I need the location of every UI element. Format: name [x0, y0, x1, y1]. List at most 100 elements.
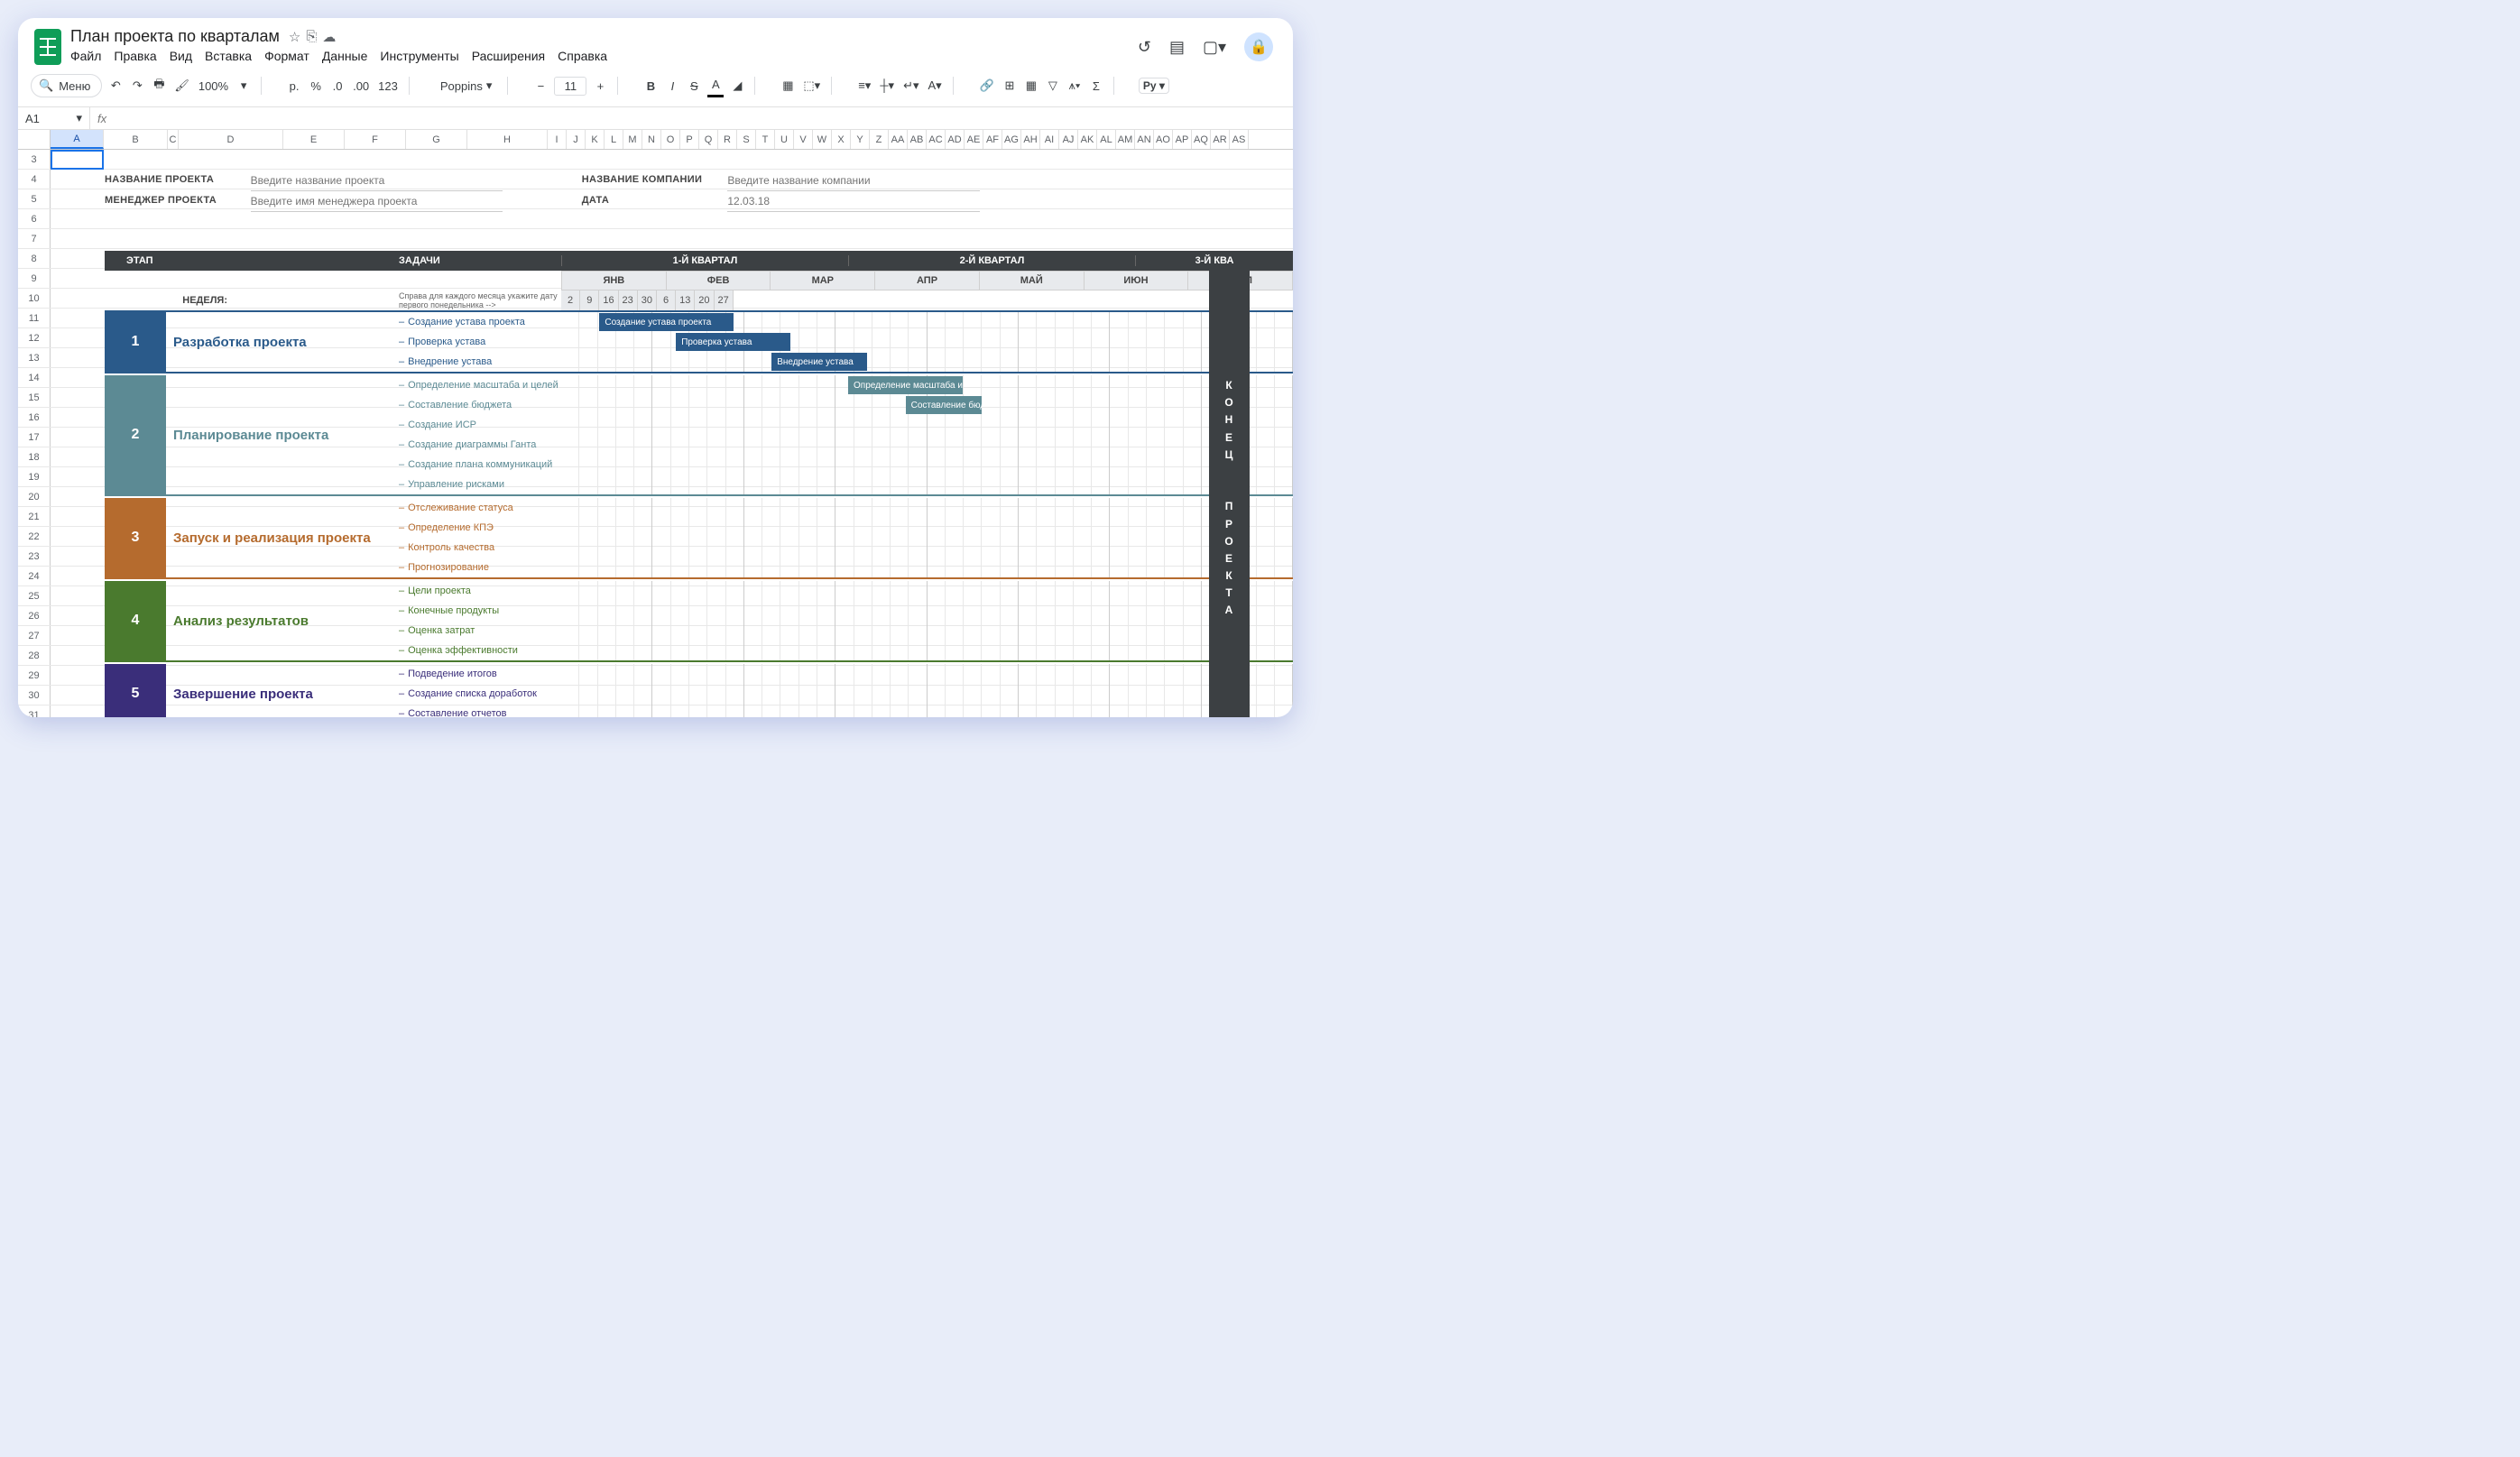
- currency-ruble-button[interactable]: р.: [286, 76, 302, 97]
- column-header-AM[interactable]: AM: [1116, 130, 1135, 149]
- task-item[interactable]: – Создание плана коммуникаций: [399, 455, 561, 475]
- column-header-F[interactable]: F: [345, 130, 406, 149]
- row-header-20[interactable]: 20: [18, 487, 51, 506]
- company-name-input[interactable]: Введите название компании: [727, 171, 980, 191]
- sheets-logo-icon[interactable]: [34, 29, 61, 65]
- column-header-A[interactable]: A: [51, 130, 104, 149]
- task-item[interactable]: – Оценка эффективности: [399, 641, 561, 660]
- row-header-15[interactable]: 15: [18, 388, 51, 407]
- column-header-G[interactable]: G: [406, 130, 467, 149]
- column-header-R[interactable]: R: [718, 130, 737, 149]
- column-header-U[interactable]: U: [775, 130, 794, 149]
- row-header-26[interactable]: 26: [18, 606, 51, 625]
- column-header-AJ[interactable]: AJ: [1059, 130, 1078, 149]
- row-header-10[interactable]: 10: [18, 289, 51, 308]
- column-header-W[interactable]: W: [813, 130, 832, 149]
- row-header-27[interactable]: 27: [18, 626, 51, 645]
- fill-color-button[interactable]: ◢: [729, 75, 745, 97]
- row-header-21[interactable]: 21: [18, 507, 51, 526]
- column-header-AO[interactable]: AO: [1154, 130, 1173, 149]
- column-header-T[interactable]: T: [756, 130, 775, 149]
- star-icon[interactable]: ☆: [289, 29, 300, 45]
- week-num[interactable]: 13: [676, 290, 695, 310]
- week-num[interactable]: 2: [561, 290, 580, 310]
- row-header-29[interactable]: 29: [18, 666, 51, 685]
- row-header-18[interactable]: 18: [18, 447, 51, 466]
- row-header-6[interactable]: 6: [18, 209, 51, 228]
- python-button[interactable]: Py ▾: [1139, 78, 1169, 94]
- column-header-AH[interactable]: AH: [1021, 130, 1040, 149]
- column-header-AG[interactable]: AG: [1002, 130, 1021, 149]
- column-header-K[interactable]: K: [586, 130, 605, 149]
- date-input[interactable]: 12.03.18: [727, 191, 980, 212]
- search-menu-button[interactable]: 🔍 Меню: [31, 74, 102, 97]
- task-item[interactable]: – Внедрение устава: [399, 352, 561, 372]
- menu-tools[interactable]: Инструменты: [380, 49, 458, 63]
- column-header-O[interactable]: O: [661, 130, 680, 149]
- column-header-Z[interactable]: Z: [870, 130, 889, 149]
- increase-decimal-button[interactable]: .00: [351, 76, 371, 97]
- borders-button[interactable]: ▦: [780, 75, 796, 97]
- task-item[interactable]: – Управление рисками: [399, 475, 561, 494]
- gantt-bar[interactable]: Создание устава проекта: [599, 313, 733, 331]
- gantt-bar[interactable]: Определение масштаба и це: [848, 376, 963, 394]
- column-header-D[interactable]: D: [179, 130, 283, 149]
- row-header-13[interactable]: 13: [18, 348, 51, 367]
- meet-icon[interactable]: ▢▾: [1203, 38, 1226, 57]
- column-header-AF[interactable]: AF: [983, 130, 1002, 149]
- row-header-12[interactable]: 12: [18, 328, 51, 347]
- gantt-bar[interactable]: Проверка устава: [676, 333, 790, 351]
- week-num[interactable]: 6: [657, 290, 676, 310]
- column-header-B[interactable]: B: [104, 130, 168, 149]
- comment-button[interactable]: ⊞: [1002, 75, 1018, 97]
- column-header-N[interactable]: N: [642, 130, 661, 149]
- formula-bar[interactable]: [114, 107, 1293, 129]
- wrap-button[interactable]: ↵▾: [901, 75, 920, 97]
- row-header-28[interactable]: 28: [18, 646, 51, 665]
- task-item[interactable]: – Конечные продукты: [399, 601, 561, 621]
- task-item[interactable]: – Составление бюджета: [399, 395, 561, 415]
- more-formats-button[interactable]: 123: [376, 76, 400, 97]
- column-header-H[interactable]: H: [467, 130, 548, 149]
- week-num[interactable]: 16: [599, 290, 618, 310]
- task-item[interactable]: – Определение КПЭ: [399, 518, 561, 538]
- chevron-down-icon[interactable]: ▾: [235, 75, 252, 97]
- row-header-19[interactable]: 19: [18, 467, 51, 486]
- italic-button[interactable]: I: [664, 76, 680, 97]
- zoom-select[interactable]: 100%: [197, 76, 230, 97]
- task-item[interactable]: – Определение масштаба и целей: [399, 375, 561, 395]
- name-box[interactable]: A1 ▾: [18, 107, 90, 129]
- row-header-4[interactable]: 4: [18, 170, 51, 189]
- column-header-AI[interactable]: AI: [1040, 130, 1059, 149]
- column-header-P[interactable]: P: [680, 130, 699, 149]
- cloud-status-icon[interactable]: ☁: [322, 29, 336, 45]
- menu-help[interactable]: Справка: [558, 49, 607, 63]
- task-item[interactable]: – Проверка устава: [399, 332, 561, 352]
- week-num[interactable]: 20: [695, 290, 714, 310]
- functions-button[interactable]: Σ: [1088, 76, 1104, 97]
- column-header-X[interactable]: X: [832, 130, 851, 149]
- increase-font-button[interactable]: +: [592, 76, 608, 97]
- redo-button[interactable]: ↷: [129, 75, 145, 97]
- v-align-button[interactable]: ┼▾: [878, 75, 896, 97]
- task-item[interactable]: – Создание диаграммы Ганта: [399, 435, 561, 455]
- gantt-bar[interactable]: Составление бюдж: [906, 396, 983, 414]
- column-header-AD[interactable]: AD: [946, 130, 965, 149]
- project-name-input[interactable]: Введите название проекта: [251, 171, 503, 191]
- rotate-button[interactable]: A▾: [927, 75, 944, 97]
- filter-views-button[interactable]: ⩚▾: [1066, 75, 1083, 97]
- account-avatar[interactable]: 🔒: [1244, 32, 1273, 61]
- merge-button[interactable]: ⬚▾: [801, 75, 822, 97]
- week-num[interactable]: 27: [715, 290, 734, 310]
- task-item[interactable]: – Отслеживание статуса: [399, 498, 561, 518]
- history-icon[interactable]: ↺: [1138, 38, 1151, 57]
- menu-view[interactable]: Вид: [170, 49, 192, 63]
- task-item[interactable]: – Создание списка доработок: [399, 684, 561, 704]
- row-header-31[interactable]: 31: [18, 705, 51, 717]
- menu-insert[interactable]: Вставка: [205, 49, 252, 63]
- decrease-font-button[interactable]: −: [532, 76, 549, 97]
- row-header-8[interactable]: 8: [18, 249, 51, 268]
- move-folder-icon[interactable]: ⎘: [306, 29, 317, 45]
- column-header-Y[interactable]: Y: [851, 130, 870, 149]
- menu-format[interactable]: Формат: [264, 49, 309, 63]
